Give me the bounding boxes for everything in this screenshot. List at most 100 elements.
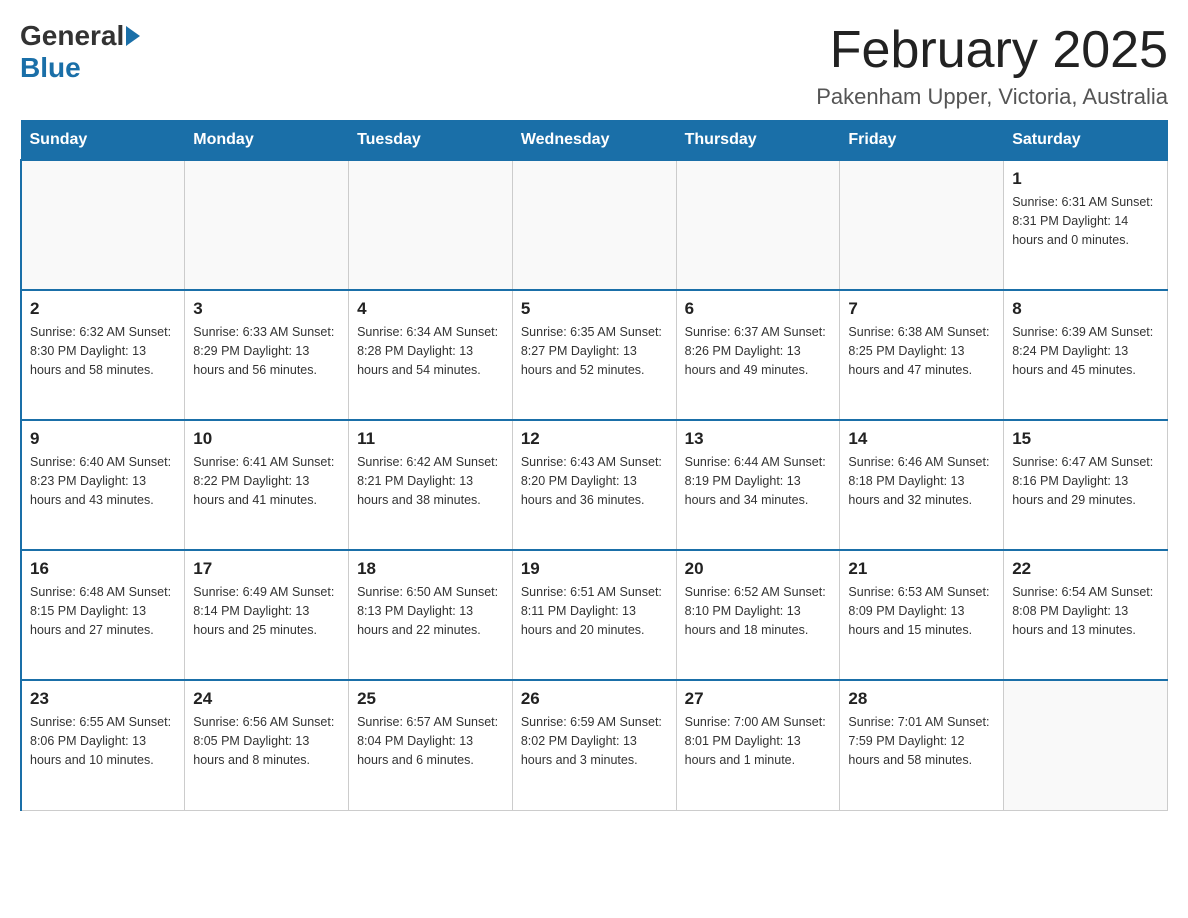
- day-number: 3: [193, 299, 340, 319]
- calendar-cell: 19Sunrise: 6:51 AM Sunset: 8:11 PM Dayli…: [512, 550, 676, 680]
- day-info: Sunrise: 6:59 AM Sunset: 8:02 PM Dayligh…: [521, 713, 668, 769]
- day-number: 20: [685, 559, 832, 579]
- day-of-week-header: Tuesday: [349, 121, 513, 161]
- calendar-cell: 26 Sunrise: 6:59 AM Sunset: 8:02 PM Dayli…: [512, 680, 676, 810]
- day-info: Sunrise: 6:48 AM Sunset: 8:15 PM Dayligh…: [30, 583, 176, 639]
- calendar-cell: 21 Sunrise: 6:53 AM Sunset: 8:09 PM Dayli…: [840, 550, 1004, 680]
- day-number: 1: [1012, 169, 1159, 189]
- calendar-week-row: 16 Sunrise: 6:48 AM Sunset: 8:15 PM Dayli…: [21, 550, 1168, 680]
- calendar-header: SundayMondayTuesdayWednesdayThursdayFrid…: [21, 121, 1168, 161]
- day-number: 9: [30, 429, 176, 449]
- calendar-week-row: 23 Sunrise: 6:55 AM Sunset: 8:06 PM Dayli…: [21, 680, 1168, 810]
- day-info: Sunrise: 6:47 AM Sunset: 8:16 PM Dayligh…: [1012, 453, 1159, 509]
- day-info: Sunrise: 6:43 AM Sunset: 8:20 PM Dayligh…: [521, 453, 668, 509]
- day-number: 18: [357, 559, 504, 579]
- calendar-cell: 27 Sunrise: 7:00 AM Sunset: 8:01 PM Dayli…: [676, 680, 840, 810]
- day-info: Sunrise: 6:39 AM Sunset: 8:24 PM Dayligh…: [1012, 323, 1159, 379]
- day-info: Sunrise: 6:53 AM Sunset: 8:09 PM Dayligh…: [848, 583, 995, 639]
- day-number: 23: [30, 689, 176, 709]
- day-info: Sunrise: 6:52 AM Sunset: 8:10 PM Dayligh…: [685, 583, 832, 639]
- day-number: 22: [1012, 559, 1159, 579]
- calendar-cell: 9 Sunrise: 6:40 AM Sunset: 8:23 PM Daylig…: [21, 420, 185, 550]
- calendar-cell: 16 Sunrise: 6:48 AM Sunset: 8:15 PM Dayli…: [21, 550, 185, 680]
- day-number: 13: [685, 429, 832, 449]
- day-info: Sunrise: 6:44 AM Sunset: 8:19 PM Dayligh…: [685, 453, 832, 509]
- day-of-week-header: Thursday: [676, 121, 840, 161]
- days-of-week-row: SundayMondayTuesdayWednesdayThursdayFrid…: [21, 121, 1168, 161]
- day-info: Sunrise: 6:41 AM Sunset: 8:22 PM Dayligh…: [193, 453, 340, 509]
- calendar-cell: 3 Sunrise: 6:33 AM Sunset: 8:29 PM Daylig…: [185, 290, 349, 420]
- calendar-cell: 11 Sunrise: 6:42 AM Sunset: 8:21 PM Dayli…: [349, 420, 513, 550]
- calendar-cell: [512, 160, 676, 290]
- day-number: 28: [848, 689, 995, 709]
- calendar-week-row: 9 Sunrise: 6:40 AM Sunset: 8:23 PM Daylig…: [21, 420, 1168, 550]
- logo-general-text: General: [20, 20, 124, 52]
- location-title: Pakenham Upper, Victoria, Australia: [816, 84, 1168, 110]
- calendar-cell: 15 Sunrise: 6:47 AM Sunset: 8:16 PM Dayli…: [1004, 420, 1168, 550]
- day-info: Sunrise: 6:55 AM Sunset: 8:06 PM Dayligh…: [30, 713, 176, 769]
- calendar-cell: 28 Sunrise: 7:01 AM Sunset: 7:59 PM Dayli…: [840, 680, 1004, 810]
- calendar-cell: 10 Sunrise: 6:41 AM Sunset: 8:22 PM Dayli…: [185, 420, 349, 550]
- day-info: Sunrise: 6:31 AM Sunset: 8:31 PM Dayligh…: [1012, 193, 1159, 249]
- day-number: 15: [1012, 429, 1159, 449]
- day-number: 14: [848, 429, 995, 449]
- calendar-cell: 24Sunrise: 6:56 AM Sunset: 8:05 PM Dayli…: [185, 680, 349, 810]
- day-number: 21: [848, 559, 995, 579]
- day-info: Sunrise: 7:01 AM Sunset: 7:59 PM Dayligh…: [848, 713, 995, 769]
- day-number: 16: [30, 559, 176, 579]
- calendar-cell: 1 Sunrise: 6:31 AM Sunset: 8:31 PM Daylig…: [1004, 160, 1168, 290]
- day-of-week-header: Sunday: [21, 121, 185, 161]
- day-number: 11: [357, 429, 504, 449]
- calendar-cell: 12 Sunrise: 6:43 AM Sunset: 8:20 PM Dayli…: [512, 420, 676, 550]
- day-number: 8: [1012, 299, 1159, 319]
- logo: General Blue: [20, 20, 142, 84]
- calendar-cell: 22 Sunrise: 6:54 AM Sunset: 8:08 PM Dayli…: [1004, 550, 1168, 680]
- day-of-week-header: Monday: [185, 121, 349, 161]
- calendar-cell: [349, 160, 513, 290]
- calendar-cell: 17Sunrise: 6:49 AM Sunset: 8:14 PM Dayli…: [185, 550, 349, 680]
- day-number: 4: [357, 299, 504, 319]
- day-info: Sunrise: 6:56 AM Sunset: 8:05 PM Dayligh…: [193, 713, 340, 769]
- day-info: Sunrise: 6:46 AM Sunset: 8:18 PM Dayligh…: [848, 453, 995, 509]
- day-number: 12: [521, 429, 668, 449]
- calendar-cell: 25Sunrise: 6:57 AM Sunset: 8:04 PM Dayli…: [349, 680, 513, 810]
- day-info: Sunrise: 6:38 AM Sunset: 8:25 PM Dayligh…: [848, 323, 995, 379]
- calendar-cell: 5 Sunrise: 6:35 AM Sunset: 8:27 PM Daylig…: [512, 290, 676, 420]
- calendar-cell: 6Sunrise: 6:37 AM Sunset: 8:26 PM Daylig…: [676, 290, 840, 420]
- day-info: Sunrise: 6:50 AM Sunset: 8:13 PM Dayligh…: [357, 583, 504, 639]
- calendar-cell: 20 Sunrise: 6:52 AM Sunset: 8:10 PM Dayli…: [676, 550, 840, 680]
- month-title: February 2025: [816, 20, 1168, 80]
- calendar-cell: 7 Sunrise: 6:38 AM Sunset: 8:25 PM Daylig…: [840, 290, 1004, 420]
- day-number: 5: [521, 299, 668, 319]
- day-info: Sunrise: 6:51 AM Sunset: 8:11 PM Dayligh…: [521, 583, 668, 639]
- logo-arrow-icon: [126, 26, 140, 46]
- day-info: Sunrise: 6:32 AM Sunset: 8:30 PM Dayligh…: [30, 323, 176, 379]
- day-info: Sunrise: 6:49 AM Sunset: 8:14 PM Dayligh…: [193, 583, 340, 639]
- calendar-cell: 14 Sunrise: 6:46 AM Sunset: 8:18 PM Dayli…: [840, 420, 1004, 550]
- day-number: 10: [193, 429, 340, 449]
- calendar-cell: 2 Sunrise: 6:32 AM Sunset: 8:30 PM Daylig…: [21, 290, 185, 420]
- day-info: Sunrise: 6:40 AM Sunset: 8:23 PM Dayligh…: [30, 453, 176, 509]
- calendar-week-row: 1 Sunrise: 6:31 AM Sunset: 8:31 PM Daylig…: [21, 160, 1168, 290]
- day-number: 6: [685, 299, 832, 319]
- day-of-week-header: Wednesday: [512, 121, 676, 161]
- page-header: General Blue February 2025 Pakenham Uppe…: [20, 20, 1168, 110]
- day-number: 26: [521, 689, 668, 709]
- day-number: 25: [357, 689, 504, 709]
- calendar-cell: 8 Sunrise: 6:39 AM Sunset: 8:24 PM Daylig…: [1004, 290, 1168, 420]
- day-info: Sunrise: 6:34 AM Sunset: 8:28 PM Dayligh…: [357, 323, 504, 379]
- day-info: Sunrise: 6:33 AM Sunset: 8:29 PM Dayligh…: [193, 323, 340, 379]
- title-section: February 2025 Pakenham Upper, Victoria, …: [816, 20, 1168, 110]
- day-number: 2: [30, 299, 176, 319]
- logo-blue-text: Blue: [20, 52, 81, 83]
- day-info: Sunrise: 6:54 AM Sunset: 8:08 PM Dayligh…: [1012, 583, 1159, 639]
- day-info: Sunrise: 6:35 AM Sunset: 8:27 PM Dayligh…: [521, 323, 668, 379]
- day-info: Sunrise: 7:00 AM Sunset: 8:01 PM Dayligh…: [685, 713, 832, 769]
- calendar-cell: [840, 160, 1004, 290]
- day-number: 27: [685, 689, 832, 709]
- calendar-cell: [1004, 680, 1168, 810]
- day-number: 7: [848, 299, 995, 319]
- day-info: Sunrise: 6:42 AM Sunset: 8:21 PM Dayligh…: [357, 453, 504, 509]
- calendar-table: SundayMondayTuesdayWednesdayThursdayFrid…: [20, 120, 1168, 811]
- calendar-cell: [676, 160, 840, 290]
